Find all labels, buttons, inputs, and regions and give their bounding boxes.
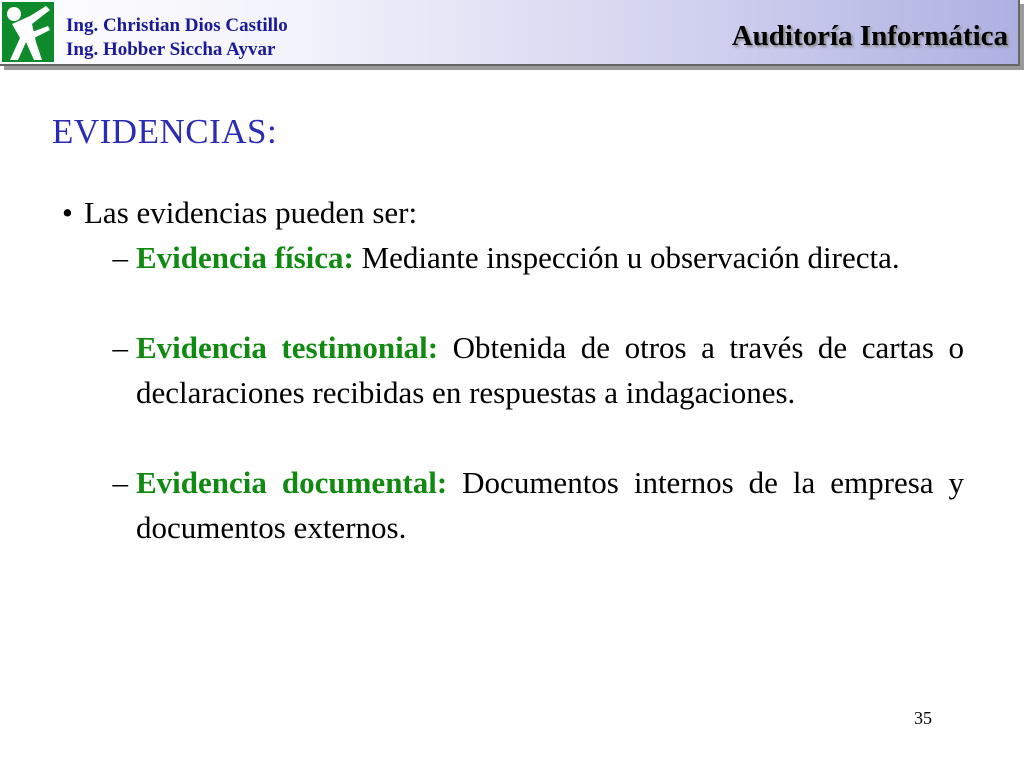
bullet-icon: • xyxy=(62,195,73,230)
evidence-term: Evidencia testimonial: xyxy=(136,330,439,365)
figure-logo-icon xyxy=(2,2,54,62)
authors-block: Ing. Christian Dios Castillo Ing. Hobber… xyxy=(66,14,288,62)
bullet-text: Las evidencias pueden ser: xyxy=(84,195,418,230)
course-title: Auditoría Informática xyxy=(731,20,1008,52)
dash-icon: – xyxy=(112,465,129,500)
bullet-item: • Las evidencias pueden ser: xyxy=(62,190,964,235)
slide-content: • Las evidencias pueden ser: – Evidencia… xyxy=(62,190,964,550)
slide-header: Ing. Christian Dios Castillo Ing. Hobber… xyxy=(0,0,1020,66)
evidence-term: Evidencia física: xyxy=(136,240,354,275)
evidence-item-documental: – Evidencia documental: Documentos inter… xyxy=(62,460,965,550)
author-1: Ing. Christian Dios Castillo xyxy=(66,15,288,36)
evidence-description: Mediante inspección u observación direct… xyxy=(361,240,900,275)
author-2: Ing. Hobber Siccha Ayvar xyxy=(66,39,276,60)
dash-icon: – xyxy=(112,240,129,275)
page-number: 35 xyxy=(914,708,932,728)
evidence-item-testimonial: – Evidencia testimonial: Obtenida de otr… xyxy=(62,325,965,415)
evidence-term: Evidencia documental: xyxy=(136,465,448,500)
evidence-item-physical: – Evidencia física: Mediante inspección … xyxy=(62,235,964,280)
dash-icon: – xyxy=(112,330,129,365)
slide-title: EVIDENCIAS: xyxy=(52,112,278,151)
